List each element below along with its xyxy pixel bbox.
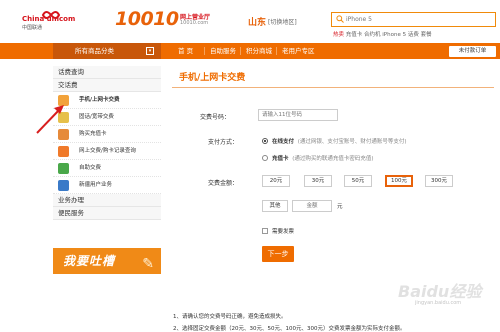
landline-icon [58, 112, 69, 123]
sidebar-item-label: 自助交费 [79, 165, 102, 171]
region-switch-link[interactable]: [切换地区] [268, 17, 297, 26]
nav-item-home[interactable]: 首 页 [178, 43, 193, 59]
nav-item-existing-users[interactable]: 老用户专区 [282, 43, 315, 59]
sidebar-item-landline-pay[interactable]: 固话/宽带交费 [53, 109, 161, 126]
radio-card[interactable] [262, 155, 268, 161]
main-nav: 所有商品分类 ▾ 首 页 自助服务 积分商城 老用户专区 未付款订单 [0, 43, 500, 59]
feedback-banner[interactable]: 我要吐槽 ✎ [53, 248, 161, 274]
all-categories-menu[interactable]: 所有商品分类 ▾ [53, 43, 161, 59]
sidebar-item-label: 手机/上网卡交费 [79, 97, 120, 103]
sidebar-item-label: 新疆用户业务 [79, 182, 113, 188]
footnote-2: 2、选择固定交费金额（20元、30元、50元、100元、300元）交费发票金额为… [173, 326, 406, 332]
sidebar-section-service[interactable]: 便民服务 [53, 207, 161, 220]
all-categories-label: 所有商品分类 [75, 47, 114, 55]
brand-domain: 10010.com [180, 20, 209, 26]
baidu-watermark: Baidu经验 [398, 282, 482, 301]
sidebar-item-label: 固话/宽带交费 [79, 114, 114, 120]
search-box [331, 12, 496, 27]
self-pay-icon [58, 163, 69, 174]
logo-english[interactable]: China unicom [22, 15, 75, 23]
sidebar-section-business[interactable]: 业务办理 [53, 194, 161, 207]
logo-chinese: 中国联通 [22, 25, 43, 31]
amount-unit: 元 [337, 204, 343, 210]
card-icon [58, 129, 69, 140]
unpaid-orders-button[interactable]: 未付款订单 [449, 46, 496, 57]
method-card-label: 充值卡 [272, 156, 289, 162]
payment-option-online[interactable]: 在线支付 (通过网银、支付宝账号、财付通账号等支付) [262, 137, 407, 145]
nav-item-self-service[interactable]: 自助服务 [210, 43, 236, 59]
sidebar: 话费查询 交话费 手机/上网卡交费 固话/宽带交费 购买充值卡 网上交费/购卡记… [53, 66, 161, 220]
chevron-down-icon: ▾ [146, 47, 154, 55]
other-amount-button[interactable]: 其他 [262, 200, 288, 212]
sidebar-section-query[interactable]: 话费查询 [53, 66, 161, 79]
site-header: China unicom 中国联通 10010 网上营业厅 10010.com … [0, 0, 500, 40]
phone-number-input[interactable] [258, 109, 338, 121]
amount-option-100-selected[interactable]: 100元 [385, 175, 413, 187]
sidebar-item-label: 网上交费/购卡记录查询 [79, 148, 136, 154]
number-label: 交费号码： [199, 114, 230, 121]
nav-item-points-mall[interactable]: 积分商城 [246, 43, 272, 59]
search-icon[interactable] [336, 15, 344, 23]
hot-searches: 热卖 充值卡 合约机 iPhone 5 话费 套餐 [333, 30, 432, 38]
sidebar-item-xinjiang[interactable]: 新疆用户业务 [53, 177, 161, 194]
feedback-banner-text: 我要吐槽 [63, 254, 116, 268]
invoice-option[interactable]: 需要发票 [262, 227, 294, 235]
payment-option-card[interactable]: 充值卡 (通过购买的联通充值卡密码充值) [262, 154, 374, 162]
next-step-button[interactable]: 下一步 [262, 246, 294, 262]
method-card-note: (通过购买的联通充值卡密码充值) [292, 156, 374, 162]
sidebar-item-mobile-pay[interactable]: 手机/上网卡交费 [53, 92, 161, 109]
hot-links[interactable]: 充值卡 合约机 iPhone 5 话费 套餐 [346, 32, 432, 38]
nav-separator [276, 47, 277, 55]
baidu-watermark-url: jingyan.baidu.com [415, 300, 462, 306]
sidebar-section-pay[interactable]: 交话费 [53, 79, 161, 92]
nav-separator [240, 47, 241, 55]
amount-option-50[interactable]: 50元 [344, 175, 372, 187]
footnote-1: 1、请确认您的交费号码正确，避免造成损失。 [173, 314, 287, 320]
mobile-icon [58, 95, 69, 106]
record-icon [58, 146, 69, 157]
sidebar-item-records[interactable]: 网上交费/购卡记录查询 [53, 143, 161, 160]
amount-option-300[interactable]: 300元 [425, 175, 453, 187]
method-online-label: 在线支付 [272, 139, 295, 145]
amount-option-30[interactable]: 30元 [304, 175, 332, 187]
brand-number[interactable]: 10010 [115, 8, 179, 30]
payment-method-label: 支付方式： [207, 139, 238, 146]
search-input[interactable] [346, 14, 486, 25]
sidebar-item-self-pay[interactable]: 自助交费 [53, 160, 161, 177]
amount-label: 交费金额： [207, 180, 238, 187]
page-title: 手机/上网卡交费 [179, 73, 246, 83]
other-amount-input[interactable] [292, 200, 332, 212]
amount-option-20[interactable]: 20元 [262, 175, 290, 187]
invoice-checkbox[interactable] [262, 228, 268, 234]
invoice-label: 需要发票 [272, 229, 295, 235]
nav-separator [204, 47, 205, 55]
hot-label: 热卖 [333, 32, 345, 38]
sidebar-item-buy-card[interactable]: 购买充值卡 [53, 126, 161, 143]
sidebar-item-label: 购买充值卡 [79, 131, 107, 137]
title-divider [172, 87, 494, 88]
pencil-icon: ✎ [142, 256, 155, 272]
region-name: 山东 [248, 18, 267, 28]
radio-online-selected[interactable] [262, 138, 268, 144]
method-online-note: (通过网银、支付宝账号、财付通账号等支付) [297, 139, 407, 145]
xinjiang-icon [58, 180, 69, 191]
